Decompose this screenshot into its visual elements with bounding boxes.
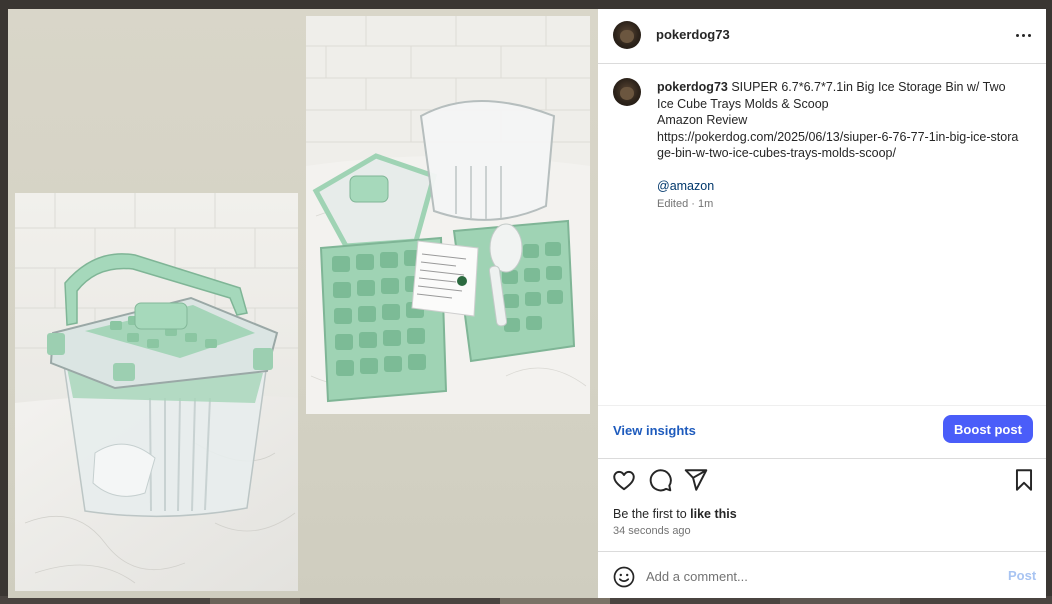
post-caption: pokerdog73 SIUPER 6.7*6.7*7.1in Big Ice … bbox=[657, 79, 1022, 195]
likes-prefix: Be the first to bbox=[613, 507, 691, 521]
edited-label: Edited · 1m bbox=[657, 198, 714, 210]
add-comment-bar: Post bbox=[598, 551, 1046, 598]
caption-subtitle: Amazon Review bbox=[657, 113, 748, 127]
caption-link: https://pokerdog.com/2025/06/13/siuper-6… bbox=[657, 129, 1019, 161]
post-header: pokerdog73 bbox=[598, 9, 1046, 64]
insights-bar: View insights Boost post bbox=[598, 405, 1046, 459]
product-photo-contents bbox=[306, 16, 590, 414]
post-timestamp[interactable]: 34 seconds ago bbox=[613, 525, 691, 537]
product-photo-assembled bbox=[15, 193, 298, 591]
post-comment-button[interactable]: Post bbox=[1008, 568, 1036, 583]
caption-username[interactable]: pokerdog73 bbox=[657, 80, 728, 94]
smiley-icon[interactable] bbox=[612, 565, 636, 589]
heart-icon[interactable] bbox=[611, 467, 637, 493]
author-avatar[interactable] bbox=[613, 21, 641, 49]
likes-summary: Be the first to like this bbox=[613, 507, 737, 521]
bookmark-icon[interactable] bbox=[1011, 467, 1037, 493]
author-username[interactable]: pokerdog73 bbox=[656, 27, 730, 42]
boost-post-button[interactable]: Boost post bbox=[943, 415, 1033, 443]
action-bar bbox=[598, 458, 1046, 498]
post-details-panel: pokerdog73 pokerdog73 SIUPER 6.7*6.7*7.1… bbox=[598, 9, 1046, 598]
post-media[interactable] bbox=[8, 9, 598, 598]
more-options-icon[interactable] bbox=[1010, 23, 1036, 47]
like-this-link[interactable]: like this bbox=[690, 507, 737, 521]
caption-section: pokerdog73 SIUPER 6.7*6.7*7.1in Big Ice … bbox=[598, 64, 1046, 404]
comment-bubble-icon[interactable] bbox=[647, 467, 673, 493]
comment-input[interactable] bbox=[646, 566, 976, 586]
view-insights-link[interactable]: View insights bbox=[613, 423, 696, 438]
caption-avatar[interactable] bbox=[613, 78, 641, 106]
mention-link[interactable]: @amazon bbox=[657, 179, 714, 193]
paper-plane-icon[interactable] bbox=[683, 467, 709, 493]
post-modal: pokerdog73 pokerdog73 SIUPER 6.7*6.7*7.1… bbox=[8, 9, 1046, 598]
